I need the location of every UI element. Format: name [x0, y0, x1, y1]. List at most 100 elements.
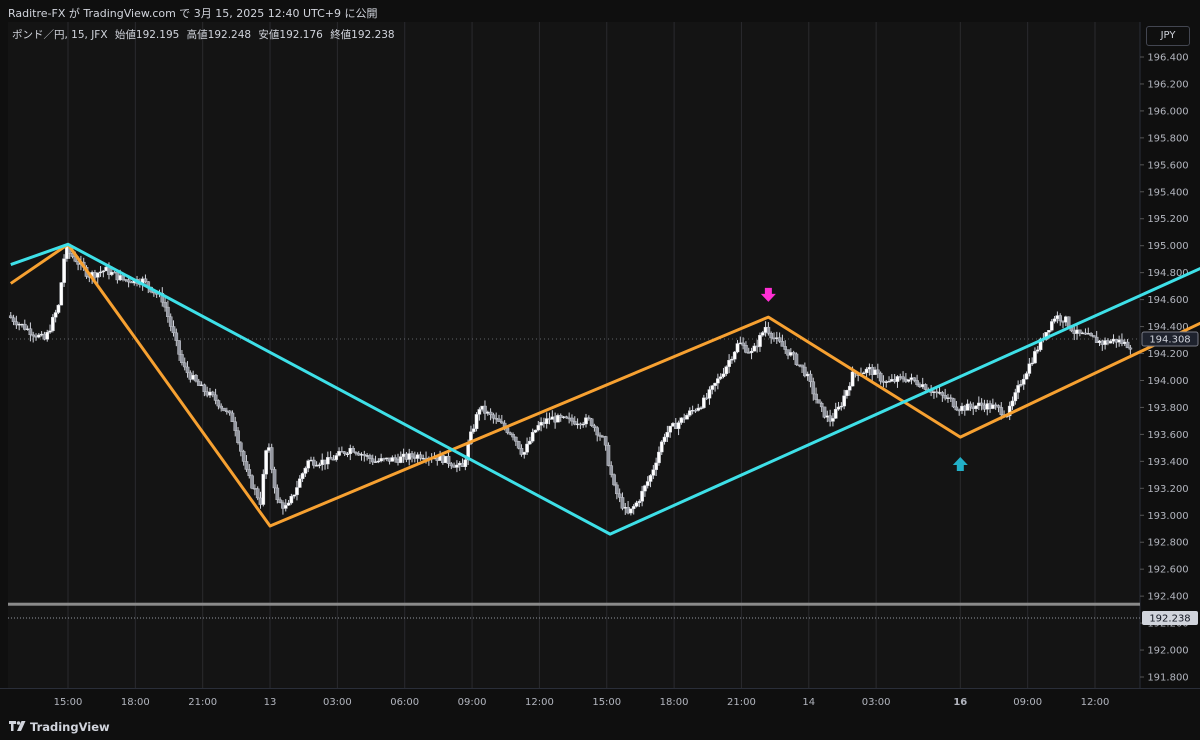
candle-body — [255, 488, 260, 499]
candle-body — [269, 447, 274, 470]
candle-body — [528, 440, 532, 445]
candle-body — [177, 340, 181, 355]
candle-body — [491, 414, 496, 419]
candle-body — [477, 409, 482, 415]
horizontal-level-line[interactable] — [8, 602, 1140, 606]
low-value: 安値192.176 — [258, 29, 323, 41]
candle-body — [143, 278, 148, 282]
candle-body — [244, 461, 249, 470]
candle-body — [1058, 315, 1063, 322]
candle-body — [219, 405, 224, 409]
candle-body — [814, 393, 818, 400]
candle-body — [620, 497, 625, 509]
candle-body — [1010, 400, 1015, 407]
candle-body — [634, 502, 639, 507]
candle-body — [1049, 321, 1054, 331]
y-tick-label: 191.800 — [1147, 673, 1188, 684]
candle-body — [817, 399, 821, 404]
candle-body — [951, 398, 956, 408]
candle-body — [999, 407, 1004, 415]
candle-body — [121, 275, 125, 280]
x-tick-label: 18:00 — [660, 697, 689, 708]
x-tick-label: 15:00 — [54, 697, 83, 708]
candle-body — [202, 384, 207, 392]
candle-body — [836, 406, 841, 410]
tradingview-brand: TradingView — [30, 720, 110, 734]
candle-body — [264, 450, 268, 475]
candle-body — [657, 451, 661, 464]
candle-body — [794, 353, 799, 365]
candle-body — [598, 434, 602, 437]
candle-body — [974, 405, 978, 410]
candle-body — [11, 317, 16, 322]
candle-body — [876, 369, 880, 374]
candle-body — [1021, 378, 1026, 385]
candle-body — [536, 425, 541, 431]
candle-body — [230, 412, 235, 423]
candle-body — [351, 448, 355, 453]
candle-body — [194, 374, 198, 382]
candle-body — [272, 469, 277, 489]
candle-body — [283, 505, 288, 509]
candle-body — [516, 441, 521, 449]
y-tick-label: 194.000 — [1147, 376, 1188, 387]
candle-body — [59, 282, 64, 306]
candle-body — [1092, 335, 1096, 338]
candle-body — [328, 457, 333, 460]
x-tick-label: 03:00 — [323, 697, 352, 708]
candle-body — [570, 417, 574, 422]
candle-body — [847, 385, 852, 391]
y-tick-label: 196.400 — [1147, 53, 1188, 64]
candle-body — [213, 394, 218, 401]
footer: TradingView — [0, 714, 1200, 740]
candle-body — [514, 436, 518, 442]
candle-body — [811, 381, 816, 395]
candle-body — [474, 414, 479, 429]
symbol-name: ポンド／円, 15, JFX — [12, 29, 108, 41]
candle-body — [996, 405, 1001, 408]
candle-body — [1035, 349, 1040, 352]
candle-body — [163, 301, 167, 308]
plot-area — [8, 22, 1140, 688]
y-tick-label: 194.600 — [1147, 295, 1188, 306]
candle-body — [758, 334, 762, 347]
high-value: 高値192.248 — [186, 29, 252, 41]
currency-button[interactable]: JPY — [1146, 26, 1190, 46]
y-tick-label: 195.600 — [1147, 160, 1188, 171]
x-tick-label: 13 — [264, 697, 277, 708]
candle-body — [1052, 318, 1057, 322]
candle-body — [901, 376, 905, 380]
candle-body — [45, 332, 50, 340]
candle-body — [185, 366, 190, 374]
candle-body — [741, 342, 745, 346]
x-tick-label: 15:00 — [592, 697, 621, 708]
publish-info: Raditre-FX が TradingView.com で 3月 15, 20… — [8, 7, 378, 20]
x-tick-label: 12:00 — [1081, 697, 1110, 708]
y-tick-label: 193.800 — [1147, 403, 1188, 414]
publish-header: Raditre-FX が TradingView.com で 3月 15, 20… — [0, 0, 1200, 22]
candle-body — [603, 436, 608, 446]
candle-body — [637, 501, 642, 503]
candle-body — [923, 384, 928, 390]
candle-body — [1125, 341, 1130, 349]
candle-body — [833, 409, 838, 419]
price-chart[interactable]: 15:00 18:00 21:00 13 03:00 06:00 09:00 12:00 15:… — [0, 0, 1200, 740]
close-value: 終値192.238 — [330, 29, 395, 41]
candle-body — [643, 485, 647, 492]
candle-body — [500, 421, 504, 424]
candle-body — [168, 316, 173, 327]
candle-body — [979, 402, 984, 406]
candle-body — [180, 354, 184, 364]
candle-body — [724, 366, 729, 375]
x-tick-label: 09:00 — [1013, 697, 1042, 708]
candle-body — [668, 425, 672, 433]
candle-body — [278, 499, 282, 503]
candle-body — [488, 411, 493, 415]
candle-body — [808, 373, 813, 382]
candle-body — [334, 455, 339, 460]
candle-body — [303, 467, 308, 474]
candle-body — [312, 459, 316, 466]
candle-body — [707, 389, 712, 399]
candle-body — [275, 487, 280, 501]
y-tick-label: 196.200 — [1147, 79, 1188, 90]
